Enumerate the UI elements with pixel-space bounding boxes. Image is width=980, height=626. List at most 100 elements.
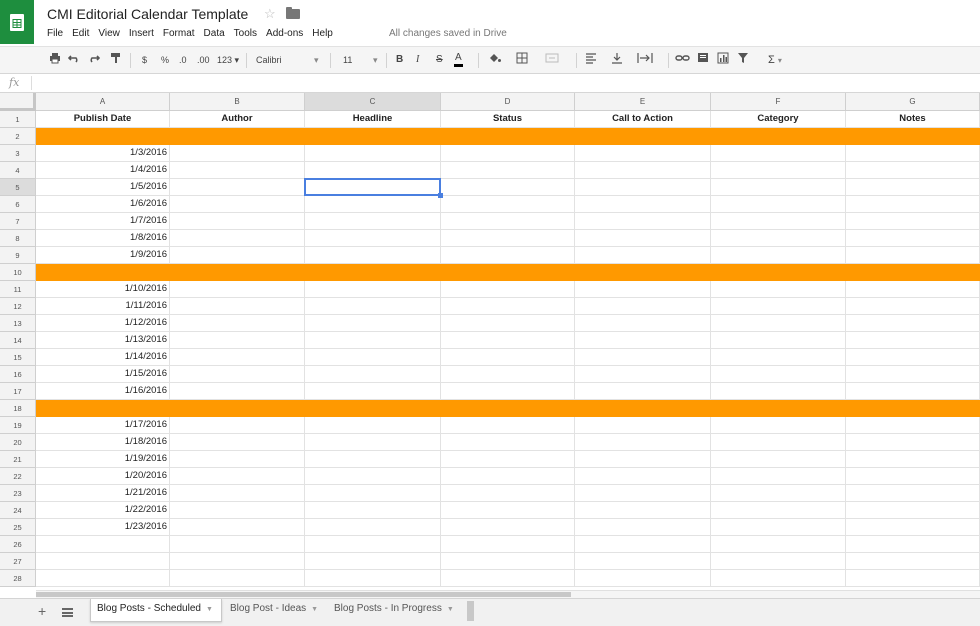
grid-cell[interactable] xyxy=(711,553,846,570)
grid-cell[interactable] xyxy=(846,553,980,570)
row-header[interactable]: 25 xyxy=(0,519,36,536)
grid-cell[interactable] xyxy=(170,570,305,587)
grid-cell[interactable] xyxy=(846,366,980,383)
grid-cell[interactable] xyxy=(170,434,305,451)
grid-cell[interactable] xyxy=(575,553,711,570)
grid-cell[interactable] xyxy=(575,247,711,264)
grid-cell[interactable] xyxy=(170,213,305,230)
grid-cell[interactable] xyxy=(711,213,846,230)
publish-date-cell[interactable]: 1/10/2016 xyxy=(36,281,170,298)
horizontal-align-icon[interactable] xyxy=(585,52,597,69)
menu-item-format[interactable]: Format xyxy=(163,28,195,39)
grid-cell[interactable] xyxy=(170,315,305,332)
grid-cell[interactable] xyxy=(711,570,846,587)
grid-cell[interactable] xyxy=(170,417,305,434)
grid-cell[interactable] xyxy=(846,536,980,553)
grid-cell[interactable] xyxy=(170,332,305,349)
grid-cell[interactable] xyxy=(575,332,711,349)
menu-item-file[interactable]: File xyxy=(47,28,63,39)
row-header[interactable]: 20 xyxy=(0,434,36,451)
grid-cell[interactable] xyxy=(170,502,305,519)
increase-decimals-button[interactable]: .00 xyxy=(197,52,210,68)
sheet-tab[interactable]: Blog Post - Ideas ▼ xyxy=(224,599,326,622)
grid-cell[interactable] xyxy=(711,502,846,519)
row-header[interactable]: 23 xyxy=(0,485,36,502)
grid-cell[interactable] xyxy=(575,196,711,213)
grid-cell[interactable] xyxy=(846,502,980,519)
star-icon[interactable]: ☆ xyxy=(264,6,276,22)
grid-cell[interactable] xyxy=(441,179,575,196)
grid-cell[interactable] xyxy=(305,417,441,434)
publish-date-cell[interactable]: 1/22/2016 xyxy=(36,502,170,519)
grid-cell[interactable] xyxy=(170,230,305,247)
row-header[interactable]: 21 xyxy=(0,451,36,468)
text-wrapping-icon[interactable] xyxy=(637,52,653,69)
publish-date-cell[interactable]: 1/15/2016 xyxy=(36,366,170,383)
print-icon[interactable] xyxy=(49,52,61,69)
all-sheets-menu-icon[interactable] xyxy=(62,608,73,617)
grid-cell[interactable] xyxy=(305,196,441,213)
row-header[interactable]: 19 xyxy=(0,417,36,434)
week-separator-row[interactable] xyxy=(36,128,980,145)
document-title[interactable]: CMI Editorial Calendar Template xyxy=(47,6,248,22)
column-header-g[interactable]: G xyxy=(846,93,980,111)
sheets-logo-icon[interactable] xyxy=(0,0,34,44)
grid-cell[interactable] xyxy=(575,366,711,383)
grid-cell[interactable] xyxy=(170,247,305,264)
column-header-d[interactable]: D xyxy=(441,93,575,111)
grid-cell[interactable] xyxy=(441,213,575,230)
grid-cell[interactable] xyxy=(846,298,980,315)
grid-cell[interactable] xyxy=(441,247,575,264)
grid-cell[interactable] xyxy=(170,298,305,315)
chevron-down-icon[interactable]: ▼ xyxy=(311,606,318,613)
percent-format-button[interactable]: % xyxy=(161,52,169,68)
fill-handle[interactable] xyxy=(438,193,443,198)
grid-cell[interactable] xyxy=(441,383,575,400)
grid-cell[interactable] xyxy=(846,179,980,196)
grid-cell[interactable] xyxy=(846,485,980,502)
menu-item-help[interactable]: Help xyxy=(312,28,333,39)
publish-date-cell[interactable]: 1/14/2016 xyxy=(36,349,170,366)
column-title-cell[interactable]: Notes xyxy=(846,111,980,128)
grid-cell[interactable] xyxy=(846,417,980,434)
menu-item-view[interactable]: View xyxy=(98,28,120,39)
grid-cell[interactable] xyxy=(441,570,575,587)
italic-button[interactable]: I xyxy=(416,52,419,68)
grid-cell[interactable] xyxy=(711,468,846,485)
grid-cell[interactable] xyxy=(711,485,846,502)
grid-cell[interactable] xyxy=(305,315,441,332)
grid-cell[interactable] xyxy=(170,366,305,383)
grid-cell[interactable] xyxy=(711,298,846,315)
grid-cell[interactable] xyxy=(305,332,441,349)
grid-cell[interactable] xyxy=(441,502,575,519)
grid-cell[interactable] xyxy=(441,553,575,570)
sheet-tab[interactable]: Blog Posts - In Progress ▼ xyxy=(328,599,464,622)
add-sheet-button[interactable]: + xyxy=(38,603,46,619)
grid-cell[interactable] xyxy=(305,213,441,230)
horizontal-scrollbar[interactable] xyxy=(36,590,980,598)
grid-cell[interactable] xyxy=(711,247,846,264)
grid-cell[interactable] xyxy=(441,417,575,434)
vertical-align-icon[interactable] xyxy=(611,52,623,69)
filter-icon[interactable] xyxy=(737,52,749,69)
publish-date-cell[interactable] xyxy=(36,536,170,553)
grid-cell[interactable] xyxy=(441,434,575,451)
grid-cell[interactable] xyxy=(711,536,846,553)
grid-cell[interactable] xyxy=(170,179,305,196)
grid-cell[interactable] xyxy=(711,383,846,400)
grid-cell[interactable] xyxy=(575,298,711,315)
row-header[interactable]: 22 xyxy=(0,468,36,485)
column-header-e[interactable]: E xyxy=(575,93,711,111)
more-formats-button[interactable]: 123 ▾ xyxy=(217,52,239,68)
column-title-cell[interactable]: Status xyxy=(441,111,575,128)
grid-cell[interactable] xyxy=(170,553,305,570)
formula-input[interactable] xyxy=(36,75,976,91)
grid-cell[interactable] xyxy=(305,553,441,570)
grid-cell[interactable] xyxy=(170,536,305,553)
column-title-cell[interactable]: Call to Action xyxy=(575,111,711,128)
row-header[interactable]: 1 xyxy=(0,111,36,128)
grid-cell[interactable] xyxy=(305,536,441,553)
grid-cell[interactable] xyxy=(575,179,711,196)
row-header[interactable]: 8 xyxy=(0,230,36,247)
grid-cell[interactable] xyxy=(170,281,305,298)
